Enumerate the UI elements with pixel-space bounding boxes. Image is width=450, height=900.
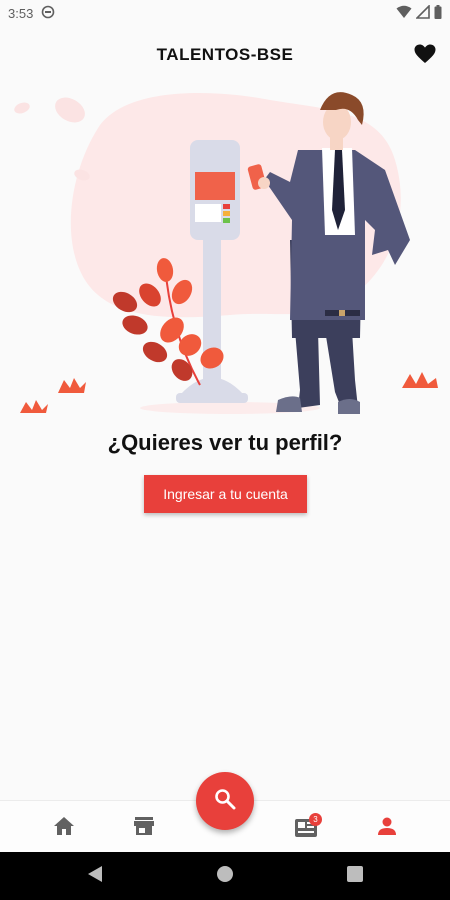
home-system-button[interactable]	[213, 864, 237, 888]
person-icon	[378, 817, 396, 840]
profile-illustration	[0, 80, 450, 425]
home-icon	[54, 816, 74, 840]
back-triangle-icon	[87, 865, 103, 888]
signal-icon	[415, 3, 430, 22]
nav-home[interactable]	[51, 815, 77, 841]
app-title: TALENTOS-BSE	[156, 45, 294, 64]
search-fab[interactable]	[196, 772, 254, 830]
no-disturb-icon	[41, 5, 55, 22]
wifi-icon	[396, 5, 412, 22]
back-button[interactable]	[83, 864, 107, 888]
app-bar: TALENTOS-BSE	[0, 30, 450, 80]
battery-icon	[434, 4, 442, 22]
search-icon	[214, 788, 236, 815]
profile-prompt: ¿Quieres ver tu perfil?	[107, 430, 343, 455]
news-icon: 3	[295, 813, 322, 837]
login-button[interactable]: Ingresar a tu cuenta	[144, 475, 307, 513]
recents-button[interactable]	[343, 864, 367, 888]
heart-icon	[414, 44, 436, 69]
status-bar: 3:53	[0, 0, 450, 26]
news-badge: 3	[309, 813, 322, 826]
system-nav-bar	[0, 852, 450, 900]
nav-store[interactable]	[131, 815, 157, 841]
nav-news[interactable]: 3	[293, 813, 322, 841]
nav-profile[interactable]	[374, 815, 400, 841]
status-time: 3:53	[8, 5, 34, 21]
recents-square-icon	[347, 865, 363, 887]
favorites-button[interactable]	[412, 43, 438, 69]
store-icon	[134, 816, 154, 840]
home-circle-icon	[216, 865, 234, 888]
